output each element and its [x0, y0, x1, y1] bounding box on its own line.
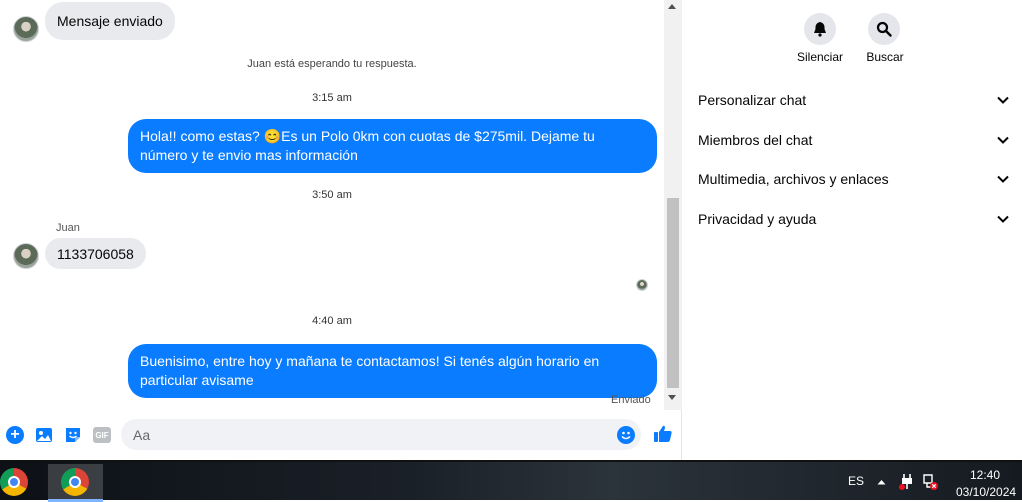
windows-taskbar: ES 12:40 03/10/2024 [0, 460, 1022, 502]
section-privacy[interactable]: Privacidad y ayuda [698, 207, 1009, 231]
contact-avatar[interactable] [13, 16, 39, 42]
section-label: Privacidad y ayuda [698, 211, 817, 227]
scrollbar-thumb[interactable] [667, 198, 679, 388]
chrome-icon[interactable] [0, 468, 28, 496]
mute-button[interactable] [804, 13, 836, 45]
thumbs-up-icon[interactable] [653, 424, 673, 444]
chevron-down-icon [997, 215, 1009, 223]
waiting-notice: Juan está esperando tu respuesta. [247, 58, 417, 70]
chat-info-sidebar: Silenciar Buscar Personalizar chat Miemb… [683, 0, 1022, 460]
section-personalize[interactable]: Personalizar chat [698, 88, 1009, 112]
timestamp: 4:40 am [312, 315, 352, 327]
message-input[interactable]: Aa [121, 419, 641, 450]
bell-icon [814, 22, 826, 37]
network-icon[interactable] [923, 473, 939, 491]
sticker-icon[interactable] [64, 426, 82, 444]
composer-bar: + GIF Aa [0, 410, 682, 460]
contact-avatar[interactable] [13, 243, 39, 269]
timestamp: 3:50 am [312, 189, 352, 201]
chevron-down-icon [997, 96, 1009, 104]
search-label: Buscar [866, 50, 904, 64]
scroll-up-arrow-icon[interactable] [668, 4, 676, 9]
search-button[interactable] [868, 13, 900, 45]
sent-status: Enviado [611, 394, 651, 406]
seen-avatar [636, 279, 648, 291]
message-input-placeholder: Aa [133, 426, 151, 443]
tray-chevron-up-icon[interactable] [877, 479, 886, 485]
gif-icon[interactable]: GIF [93, 427, 111, 443]
chevron-down-icon [997, 175, 1009, 183]
message-bubble-outgoing[interactable]: Hola!! como estas? 😊Es un Polo 0km con c… [128, 119, 657, 173]
timestamp: 3:15 am [312, 92, 352, 104]
chat-panel: Mensaje enviado Juan está esperando tu r… [0, 0, 682, 460]
scroll-down-arrow-icon[interactable] [668, 395, 676, 400]
messenger-window: Mensaje enviado Juan está esperando tu r… [0, 0, 1022, 460]
plus-icon[interactable]: + [6, 426, 24, 444]
clock-date[interactable]: 03/10/2024 [956, 485, 1016, 499]
section-label: Multimedia, archivos y enlaces [698, 171, 889, 187]
image-icon[interactable] [35, 426, 53, 444]
chrome-icon[interactable] [61, 468, 89, 496]
section-label: Personalizar chat [698, 92, 807, 108]
language-indicator[interactable]: ES [848, 474, 864, 488]
scrollbar[interactable] [664, 0, 682, 410]
search-icon [876, 21, 892, 37]
message-bubble-incoming[interactable]: Mensaje enviado [45, 2, 175, 40]
sender-name: Juan [56, 222, 80, 234]
section-members[interactable]: Miembros del chat [698, 128, 1009, 152]
section-label: Miembros del chat [698, 132, 813, 148]
message-bubble-incoming[interactable]: 1133706058 [45, 238, 146, 269]
mute-label: Silenciar [796, 50, 844, 64]
chevron-down-icon [997, 136, 1009, 144]
section-media[interactable]: Multimedia, archivos y enlaces [698, 167, 1009, 191]
message-bubble-outgoing[interactable]: Buenisimo, entre hoy y mañana te contact… [128, 344, 657, 398]
message-list[interactable]: Mensaje enviado Juan está esperando tu r… [0, 0, 664, 410]
emoji-icon[interactable] [617, 426, 635, 444]
clock-time[interactable]: 12:40 [970, 468, 1000, 482]
power-plug-icon[interactable] [899, 473, 915, 491]
